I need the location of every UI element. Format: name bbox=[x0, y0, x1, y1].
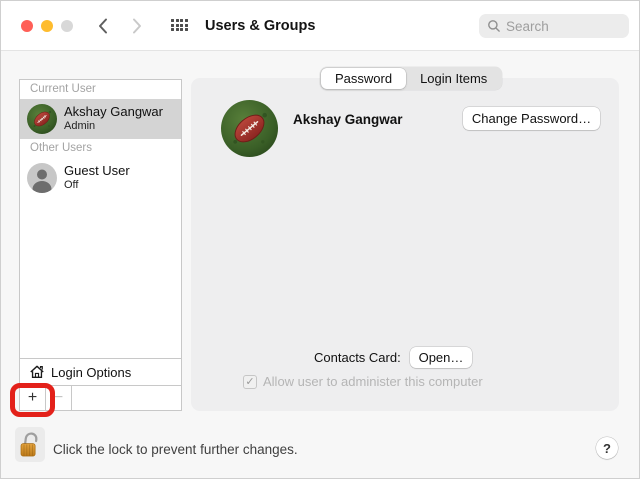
user-full-name: Akshay Gangwar bbox=[293, 112, 403, 127]
login-options-label: Login Options bbox=[51, 364, 132, 380]
football-avatar bbox=[27, 104, 57, 134]
other-users-header: Other Users bbox=[30, 142, 92, 154]
search-field[interactable] bbox=[479, 14, 629, 38]
titlebar: Users & Groups bbox=[1, 1, 639, 51]
sidebar-user-role: Admin bbox=[64, 120, 96, 133]
lock-hint-text: Click the lock to prevent further change… bbox=[53, 442, 298, 457]
change-password-button[interactable]: Change Password… bbox=[463, 107, 600, 130]
search-input[interactable] bbox=[506, 18, 616, 34]
unlocked-lock-icon bbox=[20, 432, 38, 457]
login-options-button[interactable]: Login Options bbox=[20, 359, 181, 385]
tab-login-items[interactable]: Login Items bbox=[406, 68, 501, 89]
remove-user-button: − bbox=[46, 386, 72, 410]
zoom-window-button-disabled bbox=[61, 20, 73, 32]
tab-password[interactable]: Password bbox=[321, 68, 407, 89]
user-list-sidebar: Current User Akshay Gangwar Admin Other … bbox=[19, 79, 182, 411]
back-chevron-icon[interactable] bbox=[93, 16, 113, 36]
admin-checkbox-label: Allow user to administer this computer bbox=[263, 374, 483, 389]
close-window-button[interactable] bbox=[21, 20, 33, 32]
minimize-window-button[interactable] bbox=[41, 20, 53, 32]
users-groups-window: Users & Groups Current User Akshay Gangw… bbox=[0, 0, 640, 479]
sidebar-item-current-user[interactable]: Akshay Gangwar Admin bbox=[20, 99, 181, 139]
sidebar-user-status: Off bbox=[64, 179, 79, 192]
user-avatar-picture[interactable] bbox=[221, 100, 278, 157]
show-all-grid-icon[interactable] bbox=[171, 19, 188, 33]
guest-avatar bbox=[27, 163, 57, 193]
lock-button[interactable] bbox=[15, 427, 45, 462]
add-user-button[interactable]: + bbox=[20, 386, 46, 410]
tab-bar: Password Login Items bbox=[320, 67, 503, 90]
help-button[interactable]: ? bbox=[596, 437, 618, 459]
sidebar-item-guest-user[interactable]: Guest User Off bbox=[20, 158, 181, 198]
sidebar-toolbar: + − bbox=[20, 385, 181, 410]
sidebar-user-name: Akshay Gangwar bbox=[64, 104, 163, 120]
open-contacts-card-button[interactable]: Open… bbox=[410, 347, 472, 368]
admin-checkbox-row: ✓ Allow user to administer this computer bbox=[243, 374, 483, 389]
admin-checkbox: ✓ bbox=[243, 374, 257, 389]
search-icon bbox=[488, 20, 500, 32]
forward-chevron-icon bbox=[127, 16, 147, 36]
contacts-card-label: Contacts Card: bbox=[314, 350, 401, 365]
sidebar-user-name: Guest User bbox=[64, 163, 130, 179]
current-user-header: Current User bbox=[30, 83, 96, 95]
home-icon bbox=[30, 365, 44, 378]
traffic-lights bbox=[21, 20, 73, 32]
page-title: Users & Groups bbox=[205, 18, 316, 34]
